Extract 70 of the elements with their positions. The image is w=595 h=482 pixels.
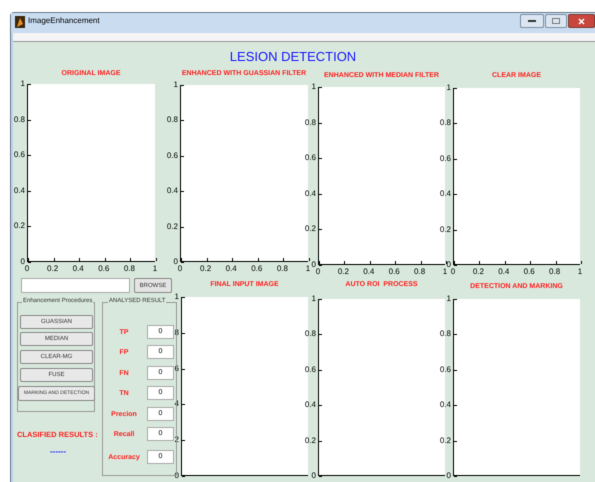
tick-label: 0.2 bbox=[166, 222, 179, 231]
tick-label: 1 bbox=[306, 265, 310, 273]
tick-label: 1 bbox=[174, 293, 180, 301]
tick-label: 0.2 bbox=[440, 226, 452, 234]
tick-label: 1 bbox=[446, 295, 452, 303]
tick-label: 0.2 bbox=[304, 225, 317, 234]
tick-label: 0 bbox=[316, 268, 320, 276]
tick-label: 0 bbox=[24, 265, 30, 273]
tick-label: 0.6 bbox=[440, 154, 452, 163]
tick-label: 1 bbox=[446, 84, 452, 92]
tick-label: 0.6 bbox=[98, 265, 110, 273]
tick-label: 0 bbox=[312, 261, 316, 269]
tick-label: 0.4 bbox=[363, 268, 374, 276]
tick-label: 0.8 bbox=[124, 265, 135, 273]
tick-label: 0.6 bbox=[251, 265, 262, 273]
tick-label: 0.6 bbox=[440, 366, 452, 374]
tick-label: 0.8 bbox=[166, 116, 179, 124]
tick-label: 0.2 bbox=[304, 436, 317, 445]
tick-label: 0.4 bbox=[226, 265, 237, 273]
tick-label: 0.8 bbox=[14, 116, 26, 124]
tick-label: 0.4 bbox=[304, 401, 317, 410]
tick-label: 0.4 bbox=[440, 401, 452, 410]
tick-label: 0.2 bbox=[47, 265, 58, 273]
close-button[interactable] bbox=[568, 14, 595, 28]
tick-label: 0.8 bbox=[304, 330, 317, 338]
tick-label: 0.2 bbox=[338, 268, 349, 276]
tick-label: 0 bbox=[446, 472, 452, 480]
tick-label: 0.6 bbox=[304, 366, 317, 374]
tick-label: 0.8 bbox=[414, 268, 426, 276]
window-title: ImageEnhancement bbox=[28, 17, 100, 25]
minimize-button[interactable] bbox=[520, 14, 544, 28]
tick-label: 0.6 bbox=[388, 268, 400, 276]
tick-label: 0.8 bbox=[549, 268, 560, 276]
tick-label: 0 bbox=[20, 258, 25, 266]
tick-label: 1 bbox=[174, 81, 179, 89]
tick-label: 0.2 bbox=[440, 436, 452, 445]
tick-label: 0.8 bbox=[276, 265, 288, 273]
tick-label: 1 bbox=[20, 80, 26, 88]
maximize-button[interactable] bbox=[545, 14, 567, 28]
close-icon bbox=[578, 18, 585, 24]
tick-label: 0 bbox=[450, 268, 456, 276]
tick-label: 0 bbox=[174, 258, 178, 266]
classified-value: ------ bbox=[50, 448, 66, 456]
tick-label: 0.2 bbox=[14, 222, 26, 230]
tick-label: 0 bbox=[312, 472, 317, 480]
tick-label: 0.4 bbox=[304, 190, 317, 198]
tick-label: 0.6 bbox=[166, 152, 179, 160]
app-icon bbox=[15, 16, 25, 28]
tick-label: 0.4 bbox=[498, 268, 510, 276]
tick-label: 1 bbox=[578, 268, 582, 276]
tick-label: 0.6 bbox=[14, 151, 26, 160]
tick-label: 0.4 bbox=[166, 187, 179, 196]
tick-label: 1 bbox=[442, 268, 448, 276]
tick-label: 0.6 bbox=[524, 268, 535, 276]
tick-label: 0.4 bbox=[72, 265, 84, 273]
tick-label: 0 bbox=[446, 261, 451, 269]
tick-label: 1 bbox=[312, 295, 317, 303]
tick-label: 0.4 bbox=[14, 186, 26, 195]
tick-label: 0.8 bbox=[440, 119, 452, 128]
tick-label: 0 bbox=[178, 265, 182, 273]
tick-label: 0.6 bbox=[304, 154, 317, 162]
tick-label: 0.8 bbox=[304, 118, 317, 127]
tick-label: 0.2 bbox=[200, 265, 212, 273]
tick-label: 1 bbox=[312, 83, 317, 91]
file-path-field[interactable] bbox=[21, 278, 130, 293]
tick-label: 0.8 bbox=[440, 330, 452, 338]
tick-label: 0.4 bbox=[440, 190, 452, 198]
tick-label: 1 bbox=[152, 265, 158, 273]
tick-label: 0.2 bbox=[472, 268, 484, 276]
heading: LESION DETECTION bbox=[230, 50, 356, 63]
